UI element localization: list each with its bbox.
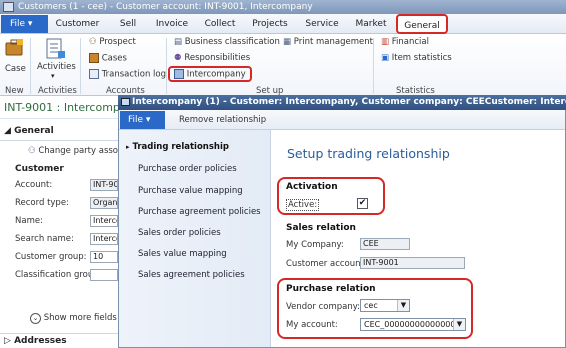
customer-group-field[interactable]: 10 xyxy=(90,251,118,263)
chevron-down-icon: ▼ xyxy=(453,319,465,330)
divider xyxy=(0,333,118,334)
activities-label: Activities xyxy=(37,62,76,72)
vendor-company-label: Vendor company: xyxy=(286,302,360,312)
activities-icon xyxy=(46,38,65,59)
party-icon: ⚇ xyxy=(28,146,36,156)
nav-purchase-order-policies[interactable]: Purchase order policies xyxy=(138,164,237,174)
nav-sales-agreement-policies[interactable]: Sales agreement policies xyxy=(138,270,245,280)
sales-relation-section-label: Sales relation xyxy=(286,223,356,233)
search-name-field[interactable]: Intercompany xyxy=(90,233,118,245)
record-type-label: Record type: xyxy=(15,198,69,208)
nav-sales-value-mapping[interactable]: Sales value mapping xyxy=(138,249,227,259)
account-field[interactable]: INT-9001 xyxy=(90,179,118,191)
transaction-log-link[interactable]: Transaction log xyxy=(89,69,166,80)
general-fasttab-header[interactable]: ◢ General xyxy=(4,126,54,136)
my-company-label: My Company: xyxy=(286,240,344,250)
tab-general[interactable]: General xyxy=(396,14,448,34)
case-label: Case xyxy=(5,64,26,74)
dialog-heading: Setup trading relationship xyxy=(287,146,450,161)
chart-icon: ▥ xyxy=(381,37,390,47)
tab-customer[interactable]: Customer xyxy=(50,14,105,34)
group-separator xyxy=(30,38,31,94)
my-account-select[interactable]: CEC_000000000000000 ▼ xyxy=(360,318,466,331)
customer-section-label: Customer xyxy=(15,164,64,174)
briefcase-icon xyxy=(5,39,23,56)
chevron-down-icon: ▾ xyxy=(51,72,55,80)
activities-button[interactable] xyxy=(44,37,66,61)
nav-purchase-value-mapping[interactable]: Purchase value mapping xyxy=(138,186,243,196)
classification-group-field[interactable] xyxy=(90,269,118,281)
group-separator xyxy=(373,38,374,94)
tab-service[interactable]: Service xyxy=(300,14,344,34)
case-button[interactable] xyxy=(4,38,24,56)
dialog-nav-pane xyxy=(119,130,271,347)
tab-collect[interactable]: Collect xyxy=(198,14,242,34)
log-icon xyxy=(89,69,99,79)
tab-projects[interactable]: Projects xyxy=(246,14,294,34)
intercompany-link[interactable]: Intercompany xyxy=(174,69,246,80)
statistics-icon: ▣ xyxy=(381,53,390,63)
active-checkbox[interactable]: ✔ xyxy=(357,198,368,209)
nav-sales-order-policies[interactable]: Sales order policies xyxy=(138,228,221,238)
prospect-link[interactable]: ⚇ Prospect xyxy=(89,37,136,47)
search-name-label: Search name: xyxy=(15,234,74,244)
change-party-association-button[interactable]: ⚇ Change party association xyxy=(28,146,118,156)
show-more-fields-button[interactable]: ⌄ Show more fields xyxy=(30,313,117,324)
name-field[interactable]: Intercompany xyxy=(90,215,118,227)
item-statistics-link[interactable]: ▣ Item statistics xyxy=(381,53,452,63)
account-label: Account: xyxy=(15,180,53,190)
selected-arrow-icon: ▸ xyxy=(126,143,130,151)
financial-link[interactable]: ▥ Financial xyxy=(381,37,429,47)
divider xyxy=(0,140,118,141)
print-management-link[interactable]: ▦ Print management xyxy=(283,37,373,47)
prospect-icon: ⚇ xyxy=(89,37,97,47)
my-company-field: CEE xyxy=(360,238,410,250)
group-new-label: New xyxy=(5,86,24,96)
chevron-down-icon: ▼ xyxy=(397,300,409,311)
group-separator xyxy=(80,38,81,94)
dialog-title-bar: Intercompany (1) - Customer: Intercompan… xyxy=(118,95,566,110)
responsibilities-link[interactable]: ⚉ Responsibilities xyxy=(174,53,250,63)
case-icon xyxy=(89,53,99,63)
window-icon xyxy=(121,98,130,106)
dialog-title: Intercompany (1) - Customer: Intercompan… xyxy=(132,97,566,107)
app-icon xyxy=(3,2,14,12)
cases-link[interactable]: Cases xyxy=(89,53,127,64)
collapse-icon: ◢ xyxy=(4,126,11,136)
vendor-company-select[interactable]: cec ▼ xyxy=(360,299,410,312)
dialog-file-button[interactable]: File ▾ xyxy=(120,111,165,129)
group-activities-label: Activities xyxy=(38,86,77,96)
active-label: Active: xyxy=(286,199,320,211)
expand-icon: ⌄ xyxy=(30,313,41,324)
group-separator xyxy=(166,38,167,94)
business-classification-link[interactable]: ▤ Business classification xyxy=(174,37,280,47)
print-icon: ▦ xyxy=(283,37,292,47)
tab-market[interactable]: Market xyxy=(350,14,392,34)
classification-icon: ▤ xyxy=(174,37,183,47)
customer-account-field: INT-9001 xyxy=(360,257,465,269)
window-title-bar: Customers (1 - cee) - Customer account: … xyxy=(0,0,566,14)
nav-trading-relationship[interactable]: ▸ Trading relationship xyxy=(126,142,229,152)
purchase-relation-section-label: Purchase relation xyxy=(286,284,376,294)
customer-group-label: Customer group: xyxy=(15,252,87,262)
activation-section-label: Activation xyxy=(286,182,338,192)
addresses-fasttab-header[interactable]: ▷ Addresses xyxy=(4,336,67,346)
classification-group-label: Classification group: xyxy=(15,270,102,280)
tab-invoice[interactable]: Invoice xyxy=(150,14,194,34)
tab-sell[interactable]: Sell xyxy=(108,14,148,34)
record-type-field[interactable]: Organization xyxy=(90,197,118,209)
my-account-label: My account: xyxy=(286,320,338,330)
remove-relationship-button[interactable]: Remove relationship xyxy=(179,115,266,125)
checkmark-icon: ✔ xyxy=(358,198,367,208)
nav-purchase-agreement-policies[interactable]: Purchase agreement policies xyxy=(138,207,261,217)
expand-icon: ▷ xyxy=(4,336,11,346)
customer-account-label: Customer account: xyxy=(286,259,367,269)
people-icon: ⚉ xyxy=(174,53,182,63)
intercompany-icon xyxy=(174,69,184,79)
name-label: Name: xyxy=(15,216,43,226)
file-button[interactable]: File ▾ xyxy=(1,15,48,33)
window-title: Customers (1 - cee) - Customer account: … xyxy=(18,2,313,12)
